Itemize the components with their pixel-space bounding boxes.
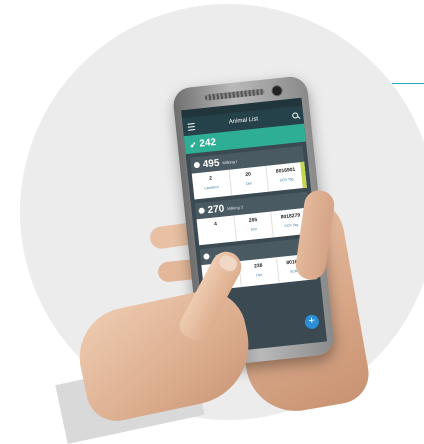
stat-label: SCR Tag bbox=[279, 177, 294, 183]
app-title: Animal List bbox=[228, 116, 259, 126]
group-dot-icon bbox=[193, 161, 201, 169]
group-dot-icon bbox=[203, 253, 210, 260]
group-label: Milking I bbox=[222, 158, 238, 165]
group-card[interactable]: 270 Milking 3 4 265 Dim 8018279 SCR Tag bbox=[194, 191, 312, 246]
accent-line bbox=[392, 83, 424, 84]
stat-label: Dim bbox=[250, 227, 258, 232]
stat-label: Dim bbox=[255, 272, 263, 278]
total-count: 242 bbox=[198, 136, 217, 150]
stat-label bbox=[198, 229, 234, 233]
stat-value: 265 bbox=[248, 217, 258, 224]
search-icon[interactable] bbox=[291, 112, 299, 119]
stat-cell: 4 bbox=[196, 215, 237, 246]
group-count: 495 bbox=[202, 157, 221, 170]
cow-icon: ➹ bbox=[189, 139, 197, 150]
stat-cell: 2 Lactation bbox=[191, 169, 232, 200]
stat-cell: 20 Dim bbox=[229, 165, 270, 196]
stat-value: 2 bbox=[209, 175, 213, 182]
stat-label: Lactation bbox=[204, 184, 219, 191]
group-count: 270 bbox=[207, 202, 225, 216]
add-button[interactable]: + bbox=[304, 314, 320, 330]
photo-stage: Animal List ➹ 242 495 Milking I 2 Lactati… bbox=[0, 0, 424, 444]
stat-value: 8016901 bbox=[275, 166, 296, 175]
stat-value: 20 bbox=[245, 171, 252, 178]
group-label: Milking 3 bbox=[226, 203, 244, 211]
stat-cell: 265 Dim bbox=[234, 211, 275, 242]
group-dot-icon bbox=[198, 207, 205, 215]
group-card[interactable]: 495 Milking I 2 Lactation 20 Dim 8016901 SC… bbox=[190, 145, 307, 200]
stat-value: 4 bbox=[213, 221, 218, 228]
stat-value: 238 bbox=[253, 262, 263, 270]
menu-icon[interactable] bbox=[187, 122, 196, 131]
fingernail bbox=[216, 252, 240, 274]
stat-cell: 238 Dim bbox=[239, 257, 280, 287]
stat-label: Dim bbox=[245, 181, 253, 186]
